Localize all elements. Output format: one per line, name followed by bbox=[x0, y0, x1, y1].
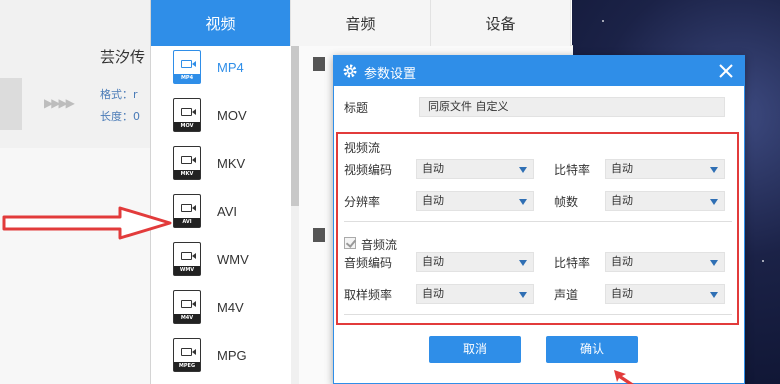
section-divider bbox=[344, 221, 732, 222]
file-title: 芸汐传 bbox=[100, 48, 146, 66]
framerate-label: 帧数 bbox=[554, 195, 579, 209]
audio-stream-checkbox[interactable] bbox=[344, 237, 356, 249]
video-codec-label: 视频编码 bbox=[344, 163, 393, 177]
file-thumbnail bbox=[0, 78, 22, 130]
settings-dialog: 参数设置 标题 同原文件 自定义 视频流 视频编码 自动 比特率 自动 分辨率 … bbox=[333, 55, 745, 384]
dialog-header: 参数设置 bbox=[334, 56, 744, 86]
format-item-wmv[interactable]: WMV WMV bbox=[151, 238, 291, 286]
format-label: MOV bbox=[217, 108, 247, 123]
dropdown-caret-icon bbox=[710, 167, 718, 173]
name-input[interactable]: 同原文件 自定义 bbox=[419, 97, 725, 117]
format-item-avi[interactable]: AVI AVI bbox=[151, 190, 291, 238]
format-label: MP4 bbox=[217, 60, 244, 75]
file-format: 格式：r bbox=[100, 88, 138, 101]
audio-bitrate-label: 比特率 bbox=[554, 256, 591, 270]
format-list: MP4 MP4 MOV MOV MKV MKV AVI AVI WMV WMV … bbox=[151, 46, 291, 384]
tab-audio[interactable]: 音频 bbox=[291, 0, 431, 46]
video-file-icon: MP4 bbox=[173, 50, 201, 84]
file-meta: 格式：r 长度：0 bbox=[100, 84, 150, 128]
video-file-icon: MPEG bbox=[173, 338, 201, 372]
video-file-icon: AVI bbox=[173, 194, 201, 228]
format-label: AVI bbox=[217, 204, 237, 219]
resolution-select[interactable]: 自动 bbox=[416, 191, 534, 211]
format-label: MKV bbox=[217, 156, 246, 171]
film-icon bbox=[313, 57, 325, 71]
video-stream-label: 视频流 bbox=[344, 141, 381, 155]
file-length: 长度：0 bbox=[100, 110, 140, 123]
tab-device[interactable]: 设备 bbox=[431, 0, 571, 46]
dropdown-caret-icon bbox=[519, 260, 527, 266]
audio-bitrate-select[interactable]: 自动 bbox=[605, 252, 725, 272]
samplerate-select[interactable]: 自动 bbox=[416, 284, 534, 304]
dropdown-caret-icon bbox=[519, 199, 527, 205]
format-label: MPG bbox=[217, 348, 247, 363]
background-lower-area bbox=[0, 148, 150, 384]
convert-arrows-icon: ▶▶▶▶ bbox=[44, 96, 75, 110]
dropdown-caret-icon bbox=[710, 199, 718, 205]
format-list-scrollbar-thumb[interactable] bbox=[291, 46, 299, 206]
format-tabs: 视频 音频 设备 bbox=[151, 0, 573, 46]
dropdown-caret-icon bbox=[519, 292, 527, 298]
dropdown-caret-icon bbox=[710, 292, 718, 298]
confirm-button[interactable]: 确认 bbox=[546, 336, 638, 363]
audio-codec-label: 音频编码 bbox=[344, 256, 393, 270]
video-codec-select[interactable]: 自动 bbox=[416, 159, 534, 179]
format-item-m4v[interactable]: M4V M4V bbox=[151, 286, 291, 334]
red-pointer-arrow bbox=[2, 206, 172, 240]
name-label: 标题 bbox=[344, 101, 369, 115]
video-bitrate-select[interactable]: 自动 bbox=[605, 159, 725, 179]
tab-video[interactable]: 视频 bbox=[151, 0, 291, 46]
dropdown-caret-icon bbox=[710, 260, 718, 266]
film-icon bbox=[313, 228, 325, 242]
video-file-icon: M4V bbox=[173, 290, 201, 324]
resolution-label: 分辨率 bbox=[344, 195, 381, 209]
dialog-title: 参数设置 bbox=[364, 67, 417, 82]
section-divider bbox=[344, 314, 732, 315]
dropdown-caret-icon bbox=[519, 167, 527, 173]
video-bitrate-label: 比特率 bbox=[554, 163, 591, 177]
gear-icon bbox=[343, 64, 357, 78]
format-item-mpg[interactable]: MPEG MPG bbox=[151, 334, 291, 382]
video-file-icon: MKV bbox=[173, 146, 201, 180]
framerate-select[interactable]: 自动 bbox=[605, 191, 725, 211]
cancel-button[interactable]: 取消 bbox=[429, 336, 521, 363]
format-label: WMV bbox=[217, 252, 249, 267]
audio-codec-select[interactable]: 自动 bbox=[416, 252, 534, 272]
format-item-mp4[interactable]: MP4 MP4 bbox=[151, 46, 291, 94]
format-item-mov[interactable]: MOV MOV bbox=[151, 94, 291, 142]
close-icon[interactable] bbox=[716, 61, 736, 81]
audio-stream-label: 音频流 bbox=[361, 238, 398, 252]
channel-select[interactable]: 自动 bbox=[605, 284, 725, 304]
samplerate-label: 取样频率 bbox=[344, 288, 393, 302]
red-pointer-arrow-small bbox=[614, 370, 634, 384]
video-file-icon: WMV bbox=[173, 242, 201, 276]
video-file-icon: MOV bbox=[173, 98, 201, 132]
format-label: M4V bbox=[217, 300, 244, 315]
channel-label: 声道 bbox=[554, 288, 579, 302]
format-item-mkv[interactable]: MKV MKV bbox=[151, 142, 291, 190]
